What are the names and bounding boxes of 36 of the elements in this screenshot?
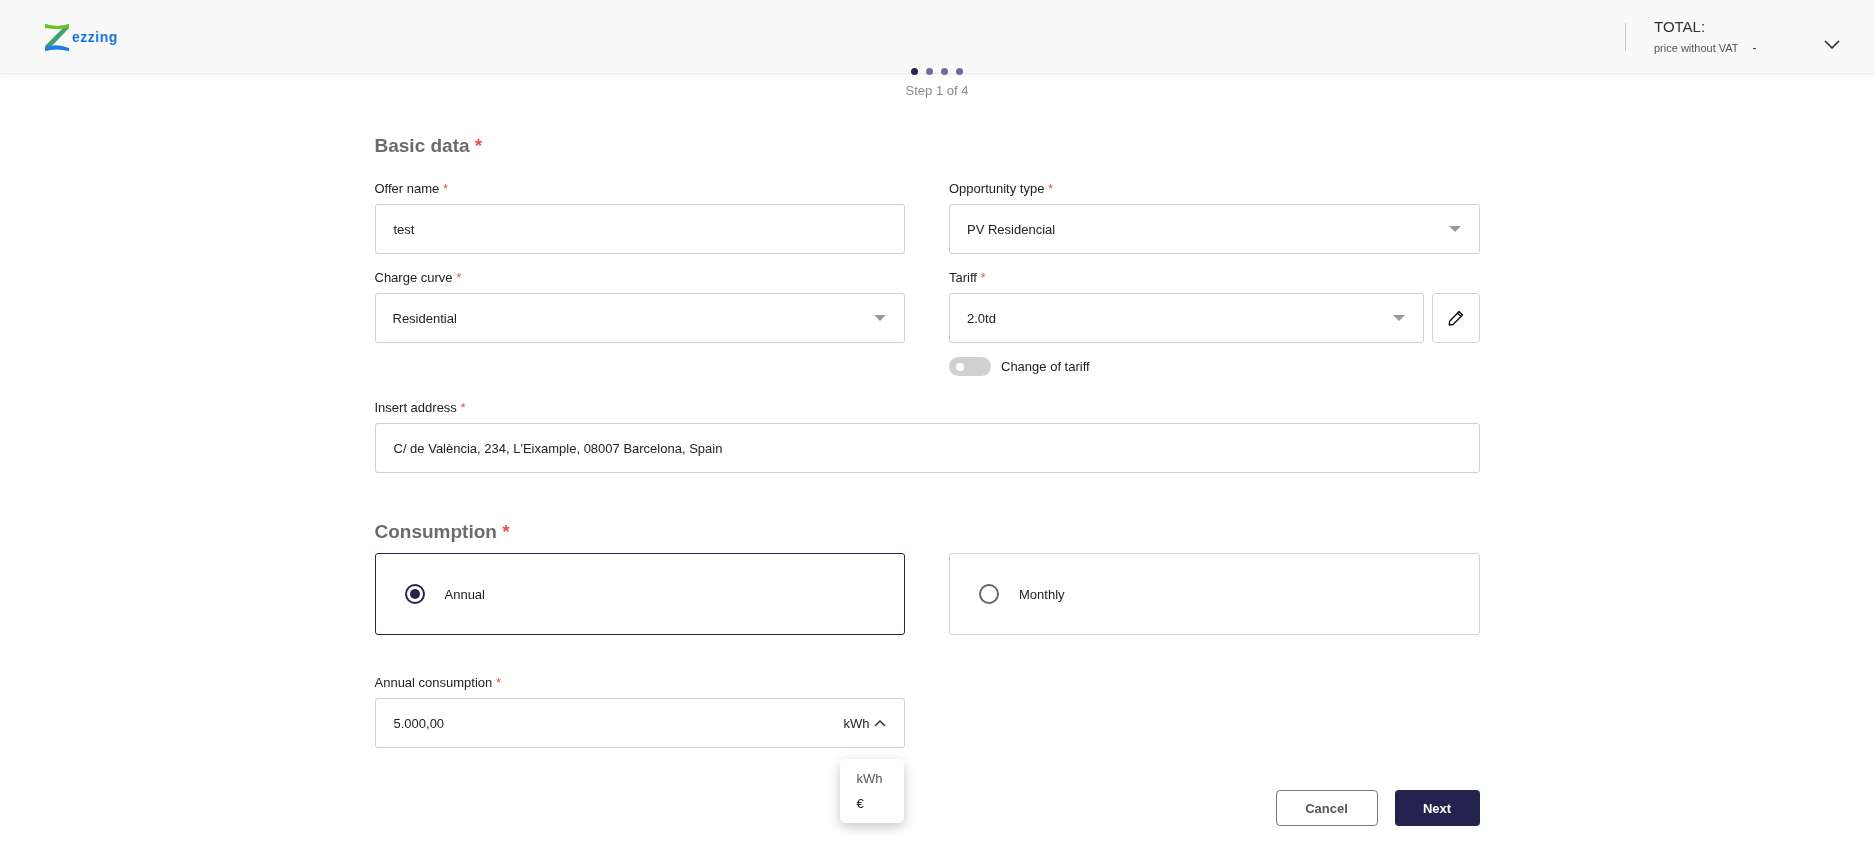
cancel-button[interactable]: Cancel <box>1275 790 1378 826</box>
field-label: Annual consumption * <box>374 675 502 690</box>
chevron-up-icon <box>873 719 886 727</box>
select-field[interactable]: Residential <box>374 293 905 343</box>
pencil-icon <box>1447 310 1464 326</box>
unit-dropdown[interactable]: kWh <box>843 715 886 731</box>
toggle-label: Change of tariff <box>1001 359 1090 374</box>
logo-icon <box>44 21 70 52</box>
field-label: Insert address * <box>374 400 467 415</box>
caret-icon <box>1448 226 1461 232</box>
select-field[interactable]: PV Residencial <box>949 204 1480 254</box>
radio-option[interactable]: Monthly <box>949 553 1480 635</box>
next-button[interactable]: Next <box>1394 790 1480 826</box>
chevron-down-icon[interactable] <box>1824 40 1840 50</box>
field-label: Offer name * <box>374 181 449 196</box>
price-label: price without VAT <box>1654 42 1739 54</box>
consumption-field[interactable]: 5.000,00 kWh <box>374 698 905 748</box>
text-field[interactable]: test <box>374 204 905 254</box>
price-value: - <box>1752 41 1757 55</box>
section-title: Consumption * <box>374 521 511 543</box>
toggle-switch[interactable] <box>949 357 991 376</box>
address-field[interactable]: C/ de València, 234, L'Eixample, 08007 Barcelona, Spain <box>374 423 1480 473</box>
caret-icon <box>874 315 886 321</box>
menu-item[interactable]: kWh <box>839 769 904 788</box>
menu-item[interactable]: € <box>839 794 904 813</box>
field-label: Tariff * <box>949 270 987 285</box>
section-title: Basic data * <box>374 135 484 157</box>
select-field[interactable]: 2.0td <box>949 293 1424 343</box>
edit-button[interactable] <box>1431 293 1480 343</box>
radio-option[interactable]: Annual <box>374 553 905 635</box>
caret-icon <box>1392 315 1405 321</box>
step-caption: Step 1 of 4 <box>905 83 969 98</box>
field-label: Charge curve * <box>374 270 463 285</box>
field-label: Opportunity type * <box>949 181 1055 196</box>
logo-text: ezzing <box>72 28 118 45</box>
total-label: TOTAL: <box>1654 18 1707 35</box>
